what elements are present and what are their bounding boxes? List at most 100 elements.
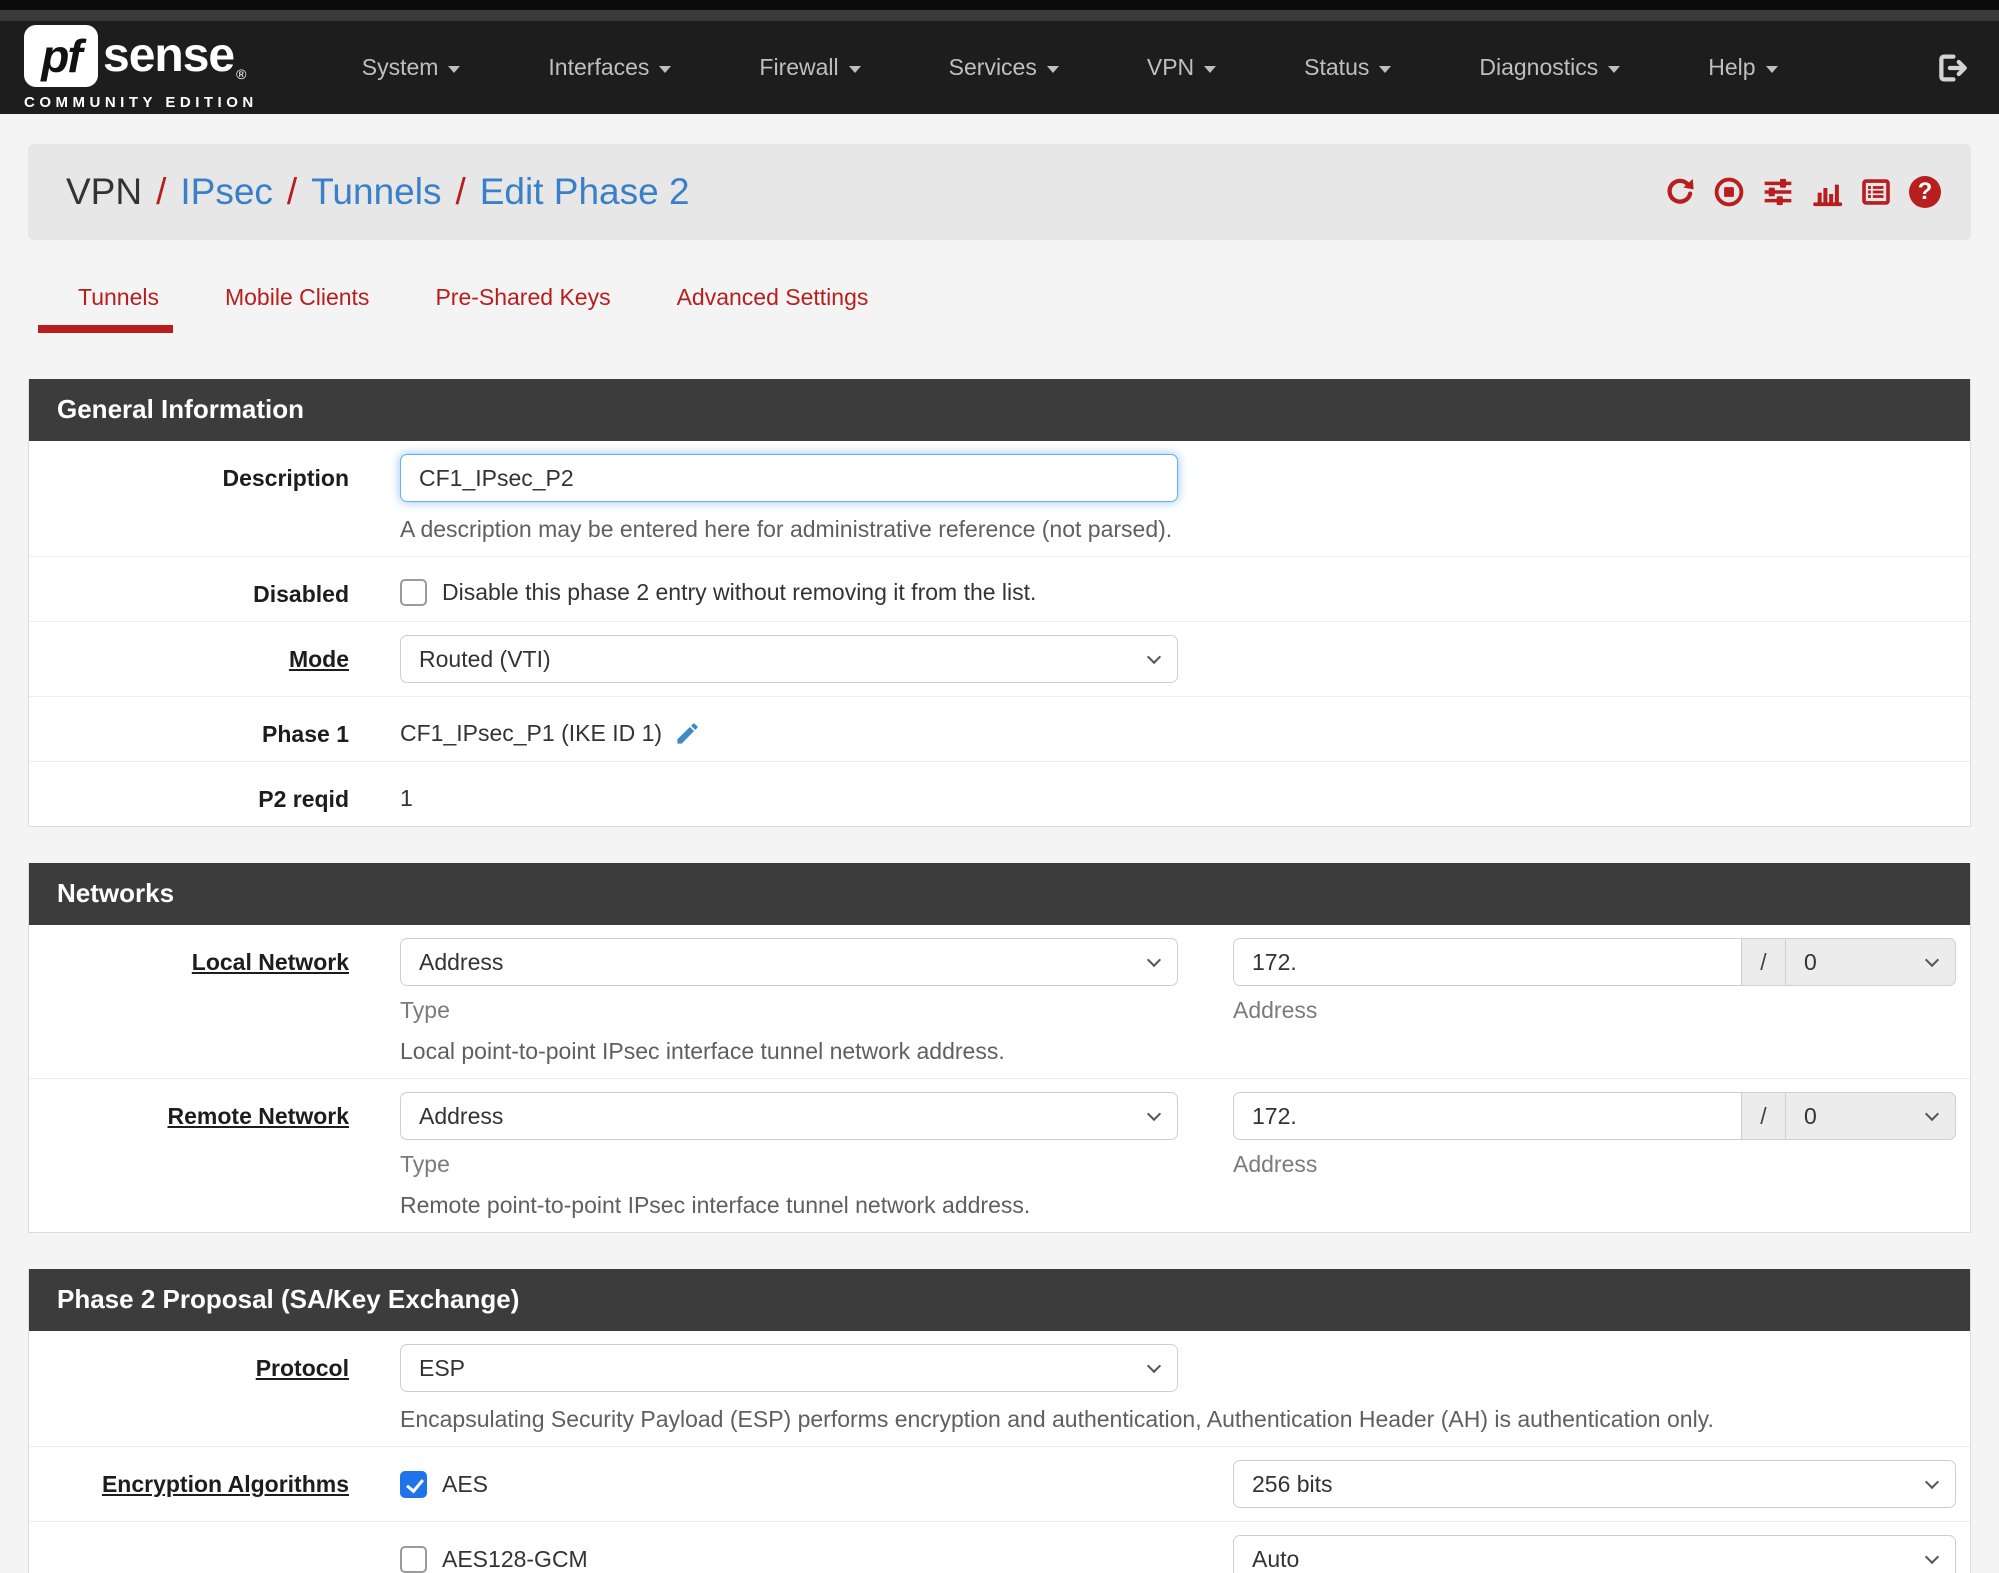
sliders-icon[interactable] [1762, 176, 1794, 208]
local-network-mask-value: 0 [1804, 948, 1817, 975]
remote-type-caption: Type [400, 1151, 450, 1177]
mode-select[interactable]: Routed (VTI) [400, 635, 1178, 683]
encryption-algorithms-label: Encryption Algorithms [101, 1471, 349, 1497]
breadcrumb: VPN / IPsec / Tunnels / Edit Phase 2 [66, 171, 690, 213]
chevron-down-icon [659, 65, 672, 73]
row-encryption-aes: Encryption Algorithms AES 256 bits [29, 1447, 1970, 1522]
protocol-help: Encapsulating Security Payload (ESP) per… [400, 1406, 1714, 1432]
breadcrumb-link-tunnels[interactable]: Tunnels [311, 171, 441, 213]
menu-interfaces-label: Interfaces [548, 54, 650, 80]
navbar-menu: System Interfaces Firewall Services VPN … [318, 54, 1822, 81]
row-disabled: Disabled Disable this phase 2 entry with… [29, 557, 1970, 622]
aes-keylen-value: 256 bits [1252, 1470, 1333, 1497]
menu-services[interactable]: Services [905, 54, 1103, 81]
phase1-value: CF1_IPsec_P1 (IKE ID 1) [400, 720, 663, 746]
chevron-down-icon [1046, 65, 1059, 73]
panel-title-proposal: Phase 2 Proposal (SA/Key Exchange) [29, 1269, 1970, 1331]
remote-address-caption: Address [1233, 1151, 1318, 1177]
row-phase1: Phase 1 CF1_IPsec_P1 (IKE ID 1) [29, 697, 1970, 762]
row-remote-network: Remote Network Address Type 172. / 0 Add… [29, 1079, 1970, 1232]
disabled-checkbox[interactable] [400, 579, 427, 606]
breadcrumb-root: VPN [66, 171, 143, 212]
list-icon[interactable] [1860, 176, 1892, 208]
local-type-caption: Type [400, 997, 450, 1023]
menu-diagnostics[interactable]: Diagnostics [1435, 54, 1664, 81]
refresh-icon[interactable] [1664, 176, 1696, 208]
remote-network-mask-select[interactable]: 0 [1786, 1092, 1956, 1140]
breadcrumb-separator: / [455, 171, 466, 212]
panel-title-general: General Information [29, 379, 1970, 441]
menu-diagnostics-label: Diagnostics [1479, 54, 1599, 80]
menu-system[interactable]: System [318, 54, 505, 81]
remote-network-label: Remote Network [167, 1103, 349, 1129]
row-p2reqid: P2 reqid 1 [29, 762, 1970, 826]
breadcrumb-current: Edit Phase 2 [479, 171, 690, 212]
sign-out-icon[interactable] [1935, 51, 1969, 85]
local-network-mask-select[interactable]: 0 [1786, 938, 1956, 986]
panel-title-networks: Networks [29, 863, 1970, 925]
mode-label: Mode [288, 646, 349, 672]
chevron-down-icon [1924, 1474, 1940, 1490]
tab-pre-shared-keys[interactable]: Pre-Shared Keys [435, 284, 610, 333]
registered-mark: ® [236, 66, 247, 82]
aes128gcm-label: AES128-GCM [442, 1545, 588, 1572]
community-edition-label: COMMUNITY EDITION [24, 94, 258, 111]
bar-chart-icon[interactable] [1811, 176, 1843, 208]
chevron-down-icon [1924, 1106, 1940, 1122]
help-icon[interactable] [1909, 176, 1941, 208]
menu-firewall[interactable]: Firewall [715, 54, 904, 81]
local-address-caption: Address [1233, 997, 1318, 1023]
local-network-type-value: Address [419, 948, 504, 975]
description-input[interactable]: CF1_IPsec_P2 [400, 454, 1178, 502]
chevron-down-icon [1146, 1106, 1162, 1122]
menu-status[interactable]: Status [1260, 54, 1435, 81]
menu-interfaces[interactable]: Interfaces [504, 54, 715, 81]
aes128gcm-keylen-select[interactable]: Auto [1233, 1535, 1956, 1573]
sense-logo-text: sense [103, 29, 235, 82]
pencil-icon[interactable] [674, 720, 701, 747]
description-label: Description [222, 465, 349, 491]
row-local-network: Local Network Address Type 172. / 0 Addr… [29, 925, 1970, 1079]
disabled-checkbox-label: Disable this phase 2 entry without remov… [442, 579, 1037, 605]
local-network-address-input[interactable]: 172. [1233, 938, 1742, 986]
breadcrumb-link-ipsec[interactable]: IPsec [180, 171, 273, 213]
pfsense-logo[interactable]: pf sense ® COMMUNITY EDITION [24, 25, 258, 110]
menu-vpn-label: VPN [1146, 54, 1195, 80]
chevron-down-icon [1608, 65, 1621, 73]
aes-keylen-select[interactable]: 256 bits [1233, 1460, 1956, 1508]
remote-network-help: Remote point-to-point IPsec interface tu… [400, 1192, 1031, 1218]
remote-network-address-input[interactable]: 172. [1233, 1092, 1742, 1140]
row-protocol: Protocol ESP Encapsulating Security Payl… [29, 1331, 1970, 1447]
menu-help[interactable]: Help [1664, 54, 1821, 81]
menu-firewall-label: Firewall [759, 54, 839, 80]
menu-system-label: System [361, 54, 439, 80]
aes128gcm-checkbox[interactable] [400, 1545, 427, 1573]
protocol-select[interactable]: ESP [400, 1344, 1178, 1392]
chevron-down-icon [1924, 1549, 1940, 1565]
chevron-down-icon [1924, 952, 1940, 968]
chevron-down-icon [1146, 649, 1162, 665]
breadcrumb-separator: / [286, 171, 298, 212]
tab-bar: Tunnels Mobile Clients Pre-Shared Keys A… [28, 284, 1971, 333]
row-mode: Mode Routed (VTI) [29, 622, 1970, 697]
chevron-down-icon [1379, 65, 1392, 73]
breadcrumb-separator: / [156, 171, 167, 212]
pfsense-logo-wordmark: pf sense ® [24, 25, 258, 87]
breadcrumb-actions [1664, 176, 1941, 208]
menu-help-label: Help [1708, 54, 1756, 80]
stop-circle-icon[interactable] [1713, 176, 1745, 208]
breadcrumb-bar: VPN / IPsec / Tunnels / Edit Phase 2 [28, 144, 1971, 240]
protocol-label: Protocol [255, 1355, 349, 1381]
tab-mobile-clients[interactable]: Mobile Clients [225, 284, 369, 333]
local-network-type-select[interactable]: Address [400, 938, 1178, 986]
aes-checkbox[interactable] [400, 1470, 427, 1498]
menu-vpn[interactable]: VPN [1103, 54, 1260, 81]
p2reqid-value: 1 [400, 785, 413, 811]
cidr-slash: / [1742, 1092, 1786, 1140]
aes128gcm-keylen-value: Auto [1252, 1545, 1300, 1572]
remote-network-type-select[interactable]: Address [400, 1092, 1178, 1140]
tab-tunnels[interactable]: Tunnels [38, 284, 173, 333]
menu-status-label: Status [1304, 54, 1370, 80]
tab-advanced-settings[interactable]: Advanced Settings [677, 284, 869, 333]
panel-phase2-proposal: Phase 2 Proposal (SA/Key Exchange) Proto… [28, 1269, 1971, 1573]
